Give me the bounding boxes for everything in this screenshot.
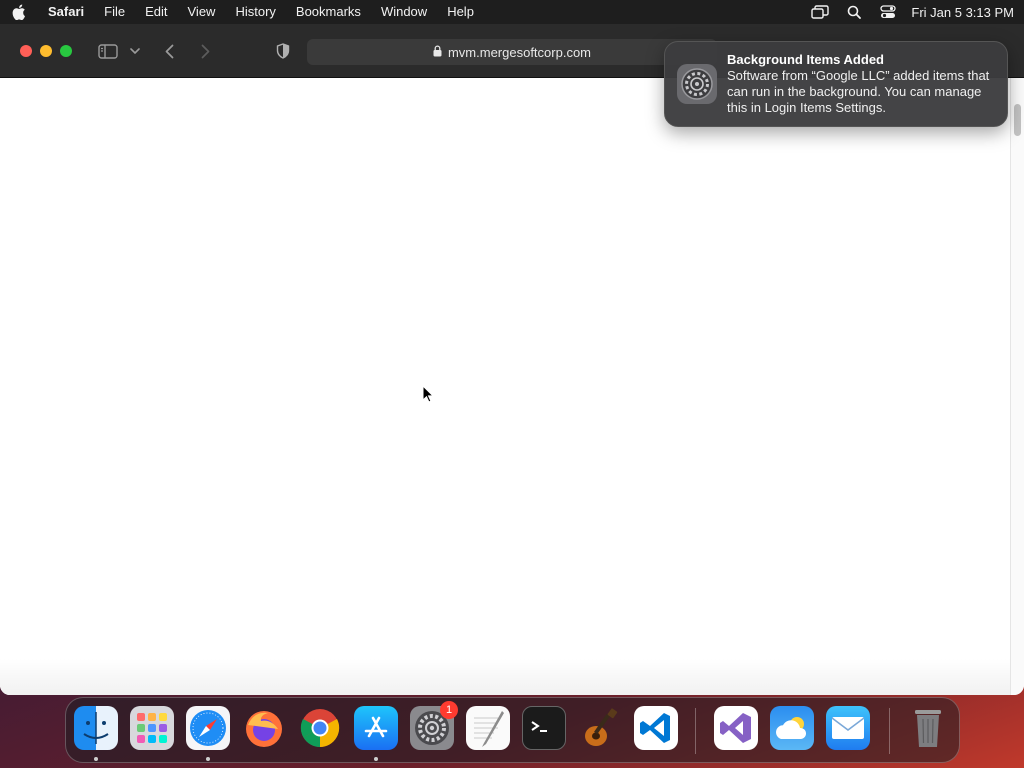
menu-help[interactable]: Help	[437, 0, 484, 24]
notification-body: Software from “Google LLC” added items t…	[727, 68, 990, 115]
finder-icon[interactable]	[74, 706, 118, 750]
apple-menu-icon[interactable]	[0, 4, 38, 20]
menu-history[interactable]: History	[225, 0, 285, 24]
sidebar-toggle-icon[interactable]	[96, 38, 120, 64]
firefox-icon[interactable]	[242, 706, 286, 750]
app-store-icon[interactable]	[354, 706, 398, 750]
system-settings-gear-icon	[677, 64, 717, 104]
mouse-pointer-icon	[422, 384, 435, 408]
address-url: mvm.mergesoftcorp.com	[447, 44, 592, 60]
tab-group-chevron-down-icon[interactable]	[128, 38, 142, 64]
menu-clock[interactable]: Fri Jan 5 3:13 PM	[905, 5, 1014, 20]
garageband-icon[interactable]	[578, 706, 622, 750]
weather-icon[interactable]	[770, 706, 814, 750]
zoom-window-button[interactable]	[60, 45, 72, 57]
menu-window[interactable]: Window	[371, 0, 437, 24]
launchpad-icon[interactable]	[130, 706, 174, 750]
forward-chevron-right-icon[interactable]	[196, 38, 214, 64]
privacy-shield-icon[interactable]	[274, 38, 292, 64]
lock-icon	[433, 44, 442, 60]
terminal-icon[interactable]	[522, 706, 566, 750]
system-settings-notification-badge: 1	[440, 701, 458, 719]
notification-title: Background Items Added	[727, 52, 884, 67]
menu-view[interactable]: View	[178, 0, 226, 24]
dock-separator-trash	[889, 708, 890, 754]
minimize-window-button[interactable]	[40, 45, 52, 57]
menu-app-name[interactable]: Safari	[38, 0, 94, 24]
background-items-notification[interactable]: Background Items Added Software from “Go…	[664, 41, 1008, 127]
web-page-content[interactable]	[0, 78, 1010, 695]
scrollbar-thumb[interactable]	[1014, 104, 1021, 136]
app-store-running-indicator	[374, 757, 378, 761]
menu-bookmarks[interactable]: Bookmarks	[286, 0, 371, 24]
menu-bar: Safari File Edit View History Bookmarks …	[0, 0, 1024, 24]
trash-icon[interactable]	[906, 706, 950, 750]
vscode-icon[interactable]	[634, 706, 678, 750]
safari-running-indicator	[206, 757, 210, 761]
page-bottom-shade	[0, 659, 1010, 695]
safari-icon[interactable]	[186, 706, 230, 750]
visual-studio-icon[interactable]	[714, 706, 758, 750]
screen-mirroring-icon[interactable]	[803, 0, 837, 24]
dock-separator	[695, 708, 696, 754]
control-center-icon[interactable]	[871, 0, 905, 24]
scrollbar-track[interactable]	[1010, 78, 1024, 695]
finder-running-indicator	[94, 757, 98, 761]
dock	[65, 697, 960, 763]
menu-file[interactable]: File	[94, 0, 135, 24]
close-window-button[interactable]	[20, 45, 32, 57]
address-bar[interactable]: mvm.mergesoftcorp.com	[307, 39, 717, 65]
chrome-icon[interactable]	[298, 706, 342, 750]
spotlight-search-icon[interactable]	[837, 0, 871, 24]
back-chevron-left-icon[interactable]	[160, 38, 178, 64]
textedit-icon[interactable]	[466, 706, 510, 750]
mail-icon[interactable]	[826, 706, 870, 750]
menu-edit[interactable]: Edit	[135, 0, 177, 24]
